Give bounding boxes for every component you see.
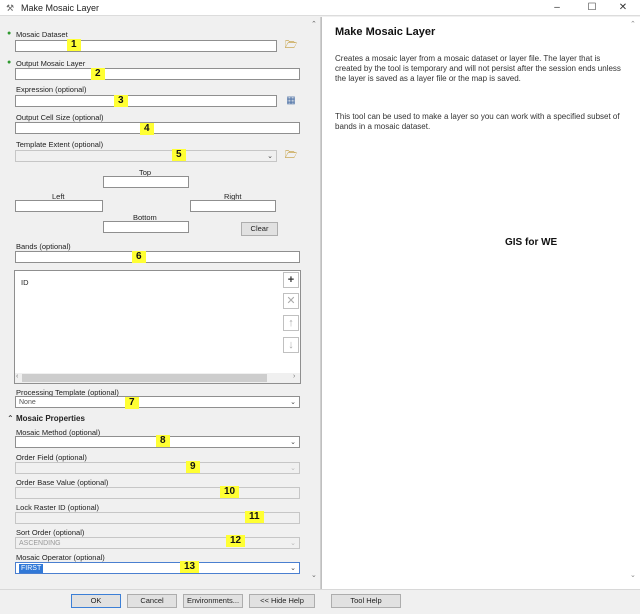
order-field-label: Order Field (optional) (16, 453, 87, 462)
close-button[interactable]: ✕ (606, 0, 640, 16)
marker-3: 3 (114, 95, 128, 107)
calculator-icon[interactable]: ▦ (283, 94, 299, 108)
folder-icon[interactable]: 🗁 (283, 149, 299, 163)
clear-button[interactable]: Clear (241, 222, 278, 236)
marker-12: 12 (226, 535, 246, 547)
template-extent-label: Template Extent (optional) (16, 140, 104, 149)
output-layer-label: Output Mosaic Layer (16, 59, 86, 68)
marker-11: 11 (245, 511, 264, 523)
tool-help-button[interactable]: Tool Help (331, 594, 401, 608)
cancel-button[interactable]: Cancel (127, 594, 177, 608)
mosaic-dataset-input[interactable] (15, 40, 277, 52)
lock-raster-label: Lock Raster ID (optional) (16, 503, 99, 512)
bands-list[interactable]: ID (14, 270, 301, 384)
vertical-scrollbar[interactable]: ⌃ ⌄ (309, 18, 320, 588)
expression-input[interactable] (15, 95, 277, 107)
mosaic-dataset-label: Mosaic Dataset (16, 30, 68, 39)
processing-template-value: None (19, 399, 36, 406)
collapse-icon[interactable]: ⌃ (7, 414, 14, 423)
marker-7: 7 (125, 397, 139, 409)
mosaic-operator-label: Mosaic Operator (optional) (16, 553, 105, 562)
marker-5: 5 (172, 149, 186, 161)
output-layer-input[interactable] (15, 68, 300, 80)
chevron-down-icon: ⌄ (290, 540, 296, 547)
folder-icon[interactable]: 🗁 (283, 39, 299, 53)
required-dot-icon: ● (7, 59, 12, 66)
bands-label: Bands (optional) (16, 242, 71, 251)
help-paragraph-2: This tool can be used to make a layer so… (335, 112, 620, 131)
help-panel (321, 17, 640, 589)
scroll-down-icon[interactable]: ⌄ (311, 571, 317, 579)
top-input[interactable] (103, 176, 189, 188)
minimize-button[interactable]: – (540, 0, 574, 16)
sort-order-value: ASCENDING (19, 540, 61, 547)
cell-size-label: Output Cell Size (optional) (16, 113, 104, 122)
marker-13: 13 (180, 561, 200, 573)
marker-10: 10 (220, 486, 240, 498)
sort-order-label: Sort Order (optional) (16, 528, 85, 537)
marker-6: 6 (132, 251, 146, 263)
chevron-down-icon: ⌄ (267, 153, 273, 160)
processing-template-dropdown[interactable]: None ⌄ (15, 396, 300, 408)
order-base-input[interactable] (15, 487, 300, 499)
ok-button[interactable]: OK (71, 594, 121, 608)
bottom-input[interactable] (103, 221, 189, 233)
scroll-thumb[interactable] (22, 374, 267, 382)
help-scrollbar[interactable]: ⌃ ⌄ (628, 18, 639, 588)
order-field-dropdown[interactable]: ⌄ (15, 462, 300, 474)
marker-9: 9 (186, 461, 200, 473)
scroll-right-icon[interactable]: › (293, 373, 295, 380)
chevron-down-icon: ⌄ (290, 565, 296, 572)
environments-button[interactable]: Environments... (183, 594, 243, 608)
required-dot-icon: ● (7, 30, 12, 37)
scroll-up-icon[interactable]: ⌃ (311, 20, 317, 28)
move-up-icon[interactable]: ↑ (283, 315, 299, 331)
right-input[interactable] (190, 200, 276, 212)
mosaic-operator-dropdown[interactable]: FIRST ⌄ (15, 562, 300, 574)
bands-input[interactable] (15, 251, 300, 263)
add-icon[interactable]: + (283, 272, 299, 288)
expression-label: Expression (optional) (16, 85, 87, 94)
marker-1: 1 (67, 39, 81, 51)
chevron-down-icon: ⌄ (290, 399, 296, 406)
sort-order-dropdown[interactable]: ASCENDING ⌄ (15, 537, 300, 549)
help-title: Make Mosaic Layer (335, 26, 436, 38)
mosaic-properties-header[interactable]: Mosaic Properties (16, 414, 85, 423)
title-bar: ⚒ Make Mosaic Layer – ☐ ✕ (0, 0, 640, 16)
maximize-button[interactable]: ☐ (575, 0, 609, 16)
template-extent-dropdown[interactable]: ⌄ (15, 150, 277, 162)
chevron-down-icon: ⌄ (290, 439, 296, 446)
scroll-left-icon[interactable]: ‹ (16, 373, 18, 380)
marker-4: 4 (140, 123, 154, 135)
chevron-down-icon: ⌄ (290, 465, 296, 472)
remove-icon[interactable]: ✕ (283, 293, 299, 309)
marker-2: 2 (91, 68, 105, 80)
hammer-icon: ⚒ (6, 3, 15, 13)
list-item[interactable]: ID (21, 278, 29, 287)
watermark-text: GIS for WE (505, 237, 558, 248)
window-title: Make Mosaic Layer (21, 3, 100, 13)
scroll-down-icon[interactable]: ⌄ (630, 571, 636, 579)
marker-8: 8 (156, 435, 170, 447)
hide-help-button[interactable]: << Hide Help (249, 594, 315, 608)
help-paragraph-1: Creates a mosaic layer from a mosaic dat… (335, 54, 621, 83)
move-down-icon[interactable]: ↓ (283, 337, 299, 353)
order-base-label: Order Base Value (optional) (16, 478, 109, 487)
mosaic-operator-value: FIRST (19, 564, 44, 573)
cell-size-input[interactable] (15, 122, 300, 134)
left-input[interactable] (15, 200, 103, 212)
scroll-up-icon[interactable]: ⌃ (630, 20, 636, 28)
